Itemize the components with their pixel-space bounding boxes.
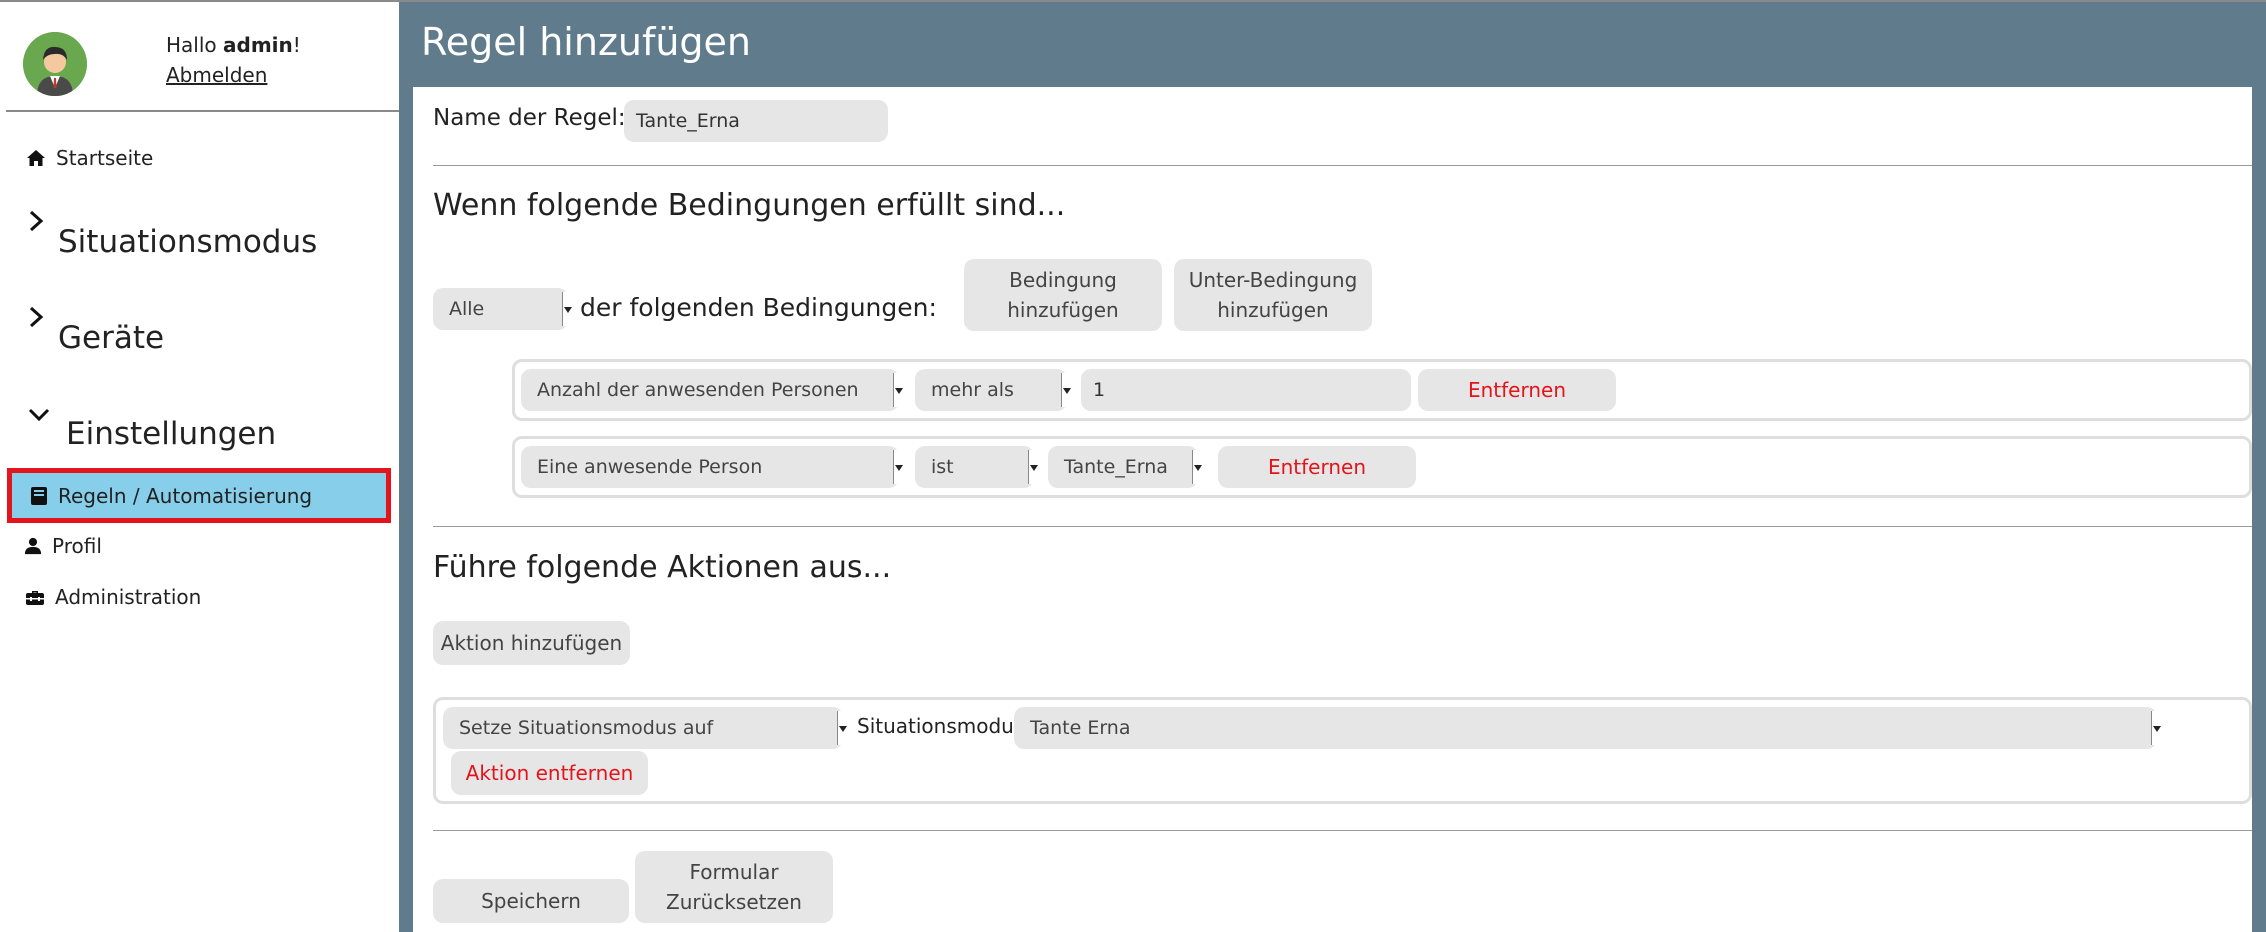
condition-value-input[interactable]: 1 [1081,369,1411,411]
action-param-select[interactable]: Tante Erna [1014,707,2161,749]
sidebar-item-administration[interactable]: Administration [25,585,201,609]
condition-operator-value: mehr als [931,379,1014,401]
page-title: Regel hinzufügen [421,20,752,64]
chevron-down-icon [893,450,903,484]
sidebar-item-label: Regeln / Automatisierung [58,483,313,508]
condition-operator-value: ist [931,456,954,478]
reset-form-button[interactable]: Formular Zurücksetzen [635,851,833,923]
chevron-right-icon [29,306,44,328]
chevron-down-icon [562,292,572,326]
greeting-suffix: ! [292,33,301,57]
sidebar-divider [6,110,399,112]
chevron-right-icon [29,210,44,232]
sidebar-item-label: Startseite [56,146,154,170]
action-param-label: Situationsmodus: [857,714,1032,738]
action-type-value: Setze Situationsmodus auf [459,717,714,739]
condition-subject-select[interactable]: Anzahl der anwesenden Personen [521,369,903,411]
condition-operator-select[interactable]: ist [915,446,1038,488]
rule-form: Name der Regel: Tante_Erna Wenn folgende… [413,87,2252,932]
chevron-down-icon [837,711,847,745]
sidebar-item-home[interactable]: Startseite [26,146,153,170]
add-action-button[interactable]: Aktion hinzufügen [433,621,630,665]
action-type-select[interactable]: Setze Situationsmodus auf [443,707,847,749]
reset-form-label-line2: Zurücksetzen [666,890,802,914]
book-icon [31,486,47,505]
sidebar-item-regeln[interactable]: Regeln / Automatisierung [7,468,391,523]
greeting: Hallo admin! [166,33,301,57]
add-condition-label-line2: hinzufügen [1007,298,1119,322]
greeting-prefix: Hallo [166,33,224,57]
sidebar-item-profil[interactable]: Profil [24,534,102,558]
condition-subject-value: Anzahl der anwesenden Personen [537,379,859,401]
sidebar-item-label: Administration [55,585,202,609]
reset-form-label-line1: Formular [689,860,779,884]
sidebar-group-label: Situationsmodus [58,224,318,260]
rule-name-label: Name der Regel: [433,105,626,131]
match-type-select[interactable]: Alle [433,288,572,330]
sidebar-item-label: Profil [52,534,102,558]
action-param-value: Tante Erna [1030,717,1131,739]
rule-name-input[interactable]: Tante_Erna [624,100,888,142]
condition-operator-select[interactable]: mehr als [915,369,1071,411]
toolbox-icon [26,591,44,605]
section-divider [433,830,2252,831]
add-condition-label-line1: Bedingung [1009,268,1117,292]
chevron-down-icon [893,373,903,407]
sidebar: Hallo admin! Abmelden Startseite Situati… [0,2,399,932]
condition-row: Eine anwesende Person ist Tante_Erna Ent… [512,436,2252,498]
add-subcondition-label-line1: Unter-Bedingung [1188,268,1358,292]
remove-action-button[interactable]: Aktion entfernen [451,751,648,795]
avatar [23,32,87,96]
sidebar-group-label: Einstellungen [66,416,277,452]
actions-heading: Führe folgende Aktionen aus... [433,550,892,585]
chevron-down-icon [1028,450,1038,484]
sidebar-group-label: Geräte [58,320,165,356]
username: admin [223,33,293,57]
remove-condition-button[interactable]: Entfernen [1418,369,1616,411]
chevron-down-icon [2151,711,2161,745]
avatar-image [23,32,87,96]
condition-row: Anzahl der anwesenden Personen mehr als … [512,359,2252,421]
save-button[interactable]: Speichern [433,879,629,923]
section-divider [433,165,2252,166]
section-divider [433,526,2252,527]
chevron-down-icon [1192,450,1202,484]
condition-subject-value: Eine anwesende Person [537,456,763,478]
condition-subject-select[interactable]: Eine anwesende Person [521,446,903,488]
add-subcondition-label-line2: hinzufügen [1217,298,1329,322]
conditions-heading: Wenn folgende Bedingungen erfüllt sind..… [433,188,1066,223]
match-type-value: Alle [449,298,485,320]
action-row: Setze Situationsmodus auf Situationsmodu… [433,697,2252,804]
remove-condition-button[interactable]: Entfernen [1218,446,1416,488]
add-subcondition-button[interactable]: Unter-Bedingung hinzufügen [1174,259,1372,331]
logout-link[interactable]: Abmelden [166,63,267,87]
match-type-text: der folgenden Bedingungen: [580,293,937,322]
condition-value-value: Tante_Erna [1064,456,1168,478]
add-condition-button[interactable]: Bedingung hinzufügen [964,259,1162,331]
user-icon [24,537,42,555]
chevron-down-icon [28,408,50,422]
chevron-down-icon [1061,373,1071,407]
condition-value-select[interactable]: Tante_Erna [1048,446,1202,488]
home-icon [27,150,45,166]
main-area: Regel hinzufügen Name der Regel: Tante_E… [399,2,2266,932]
